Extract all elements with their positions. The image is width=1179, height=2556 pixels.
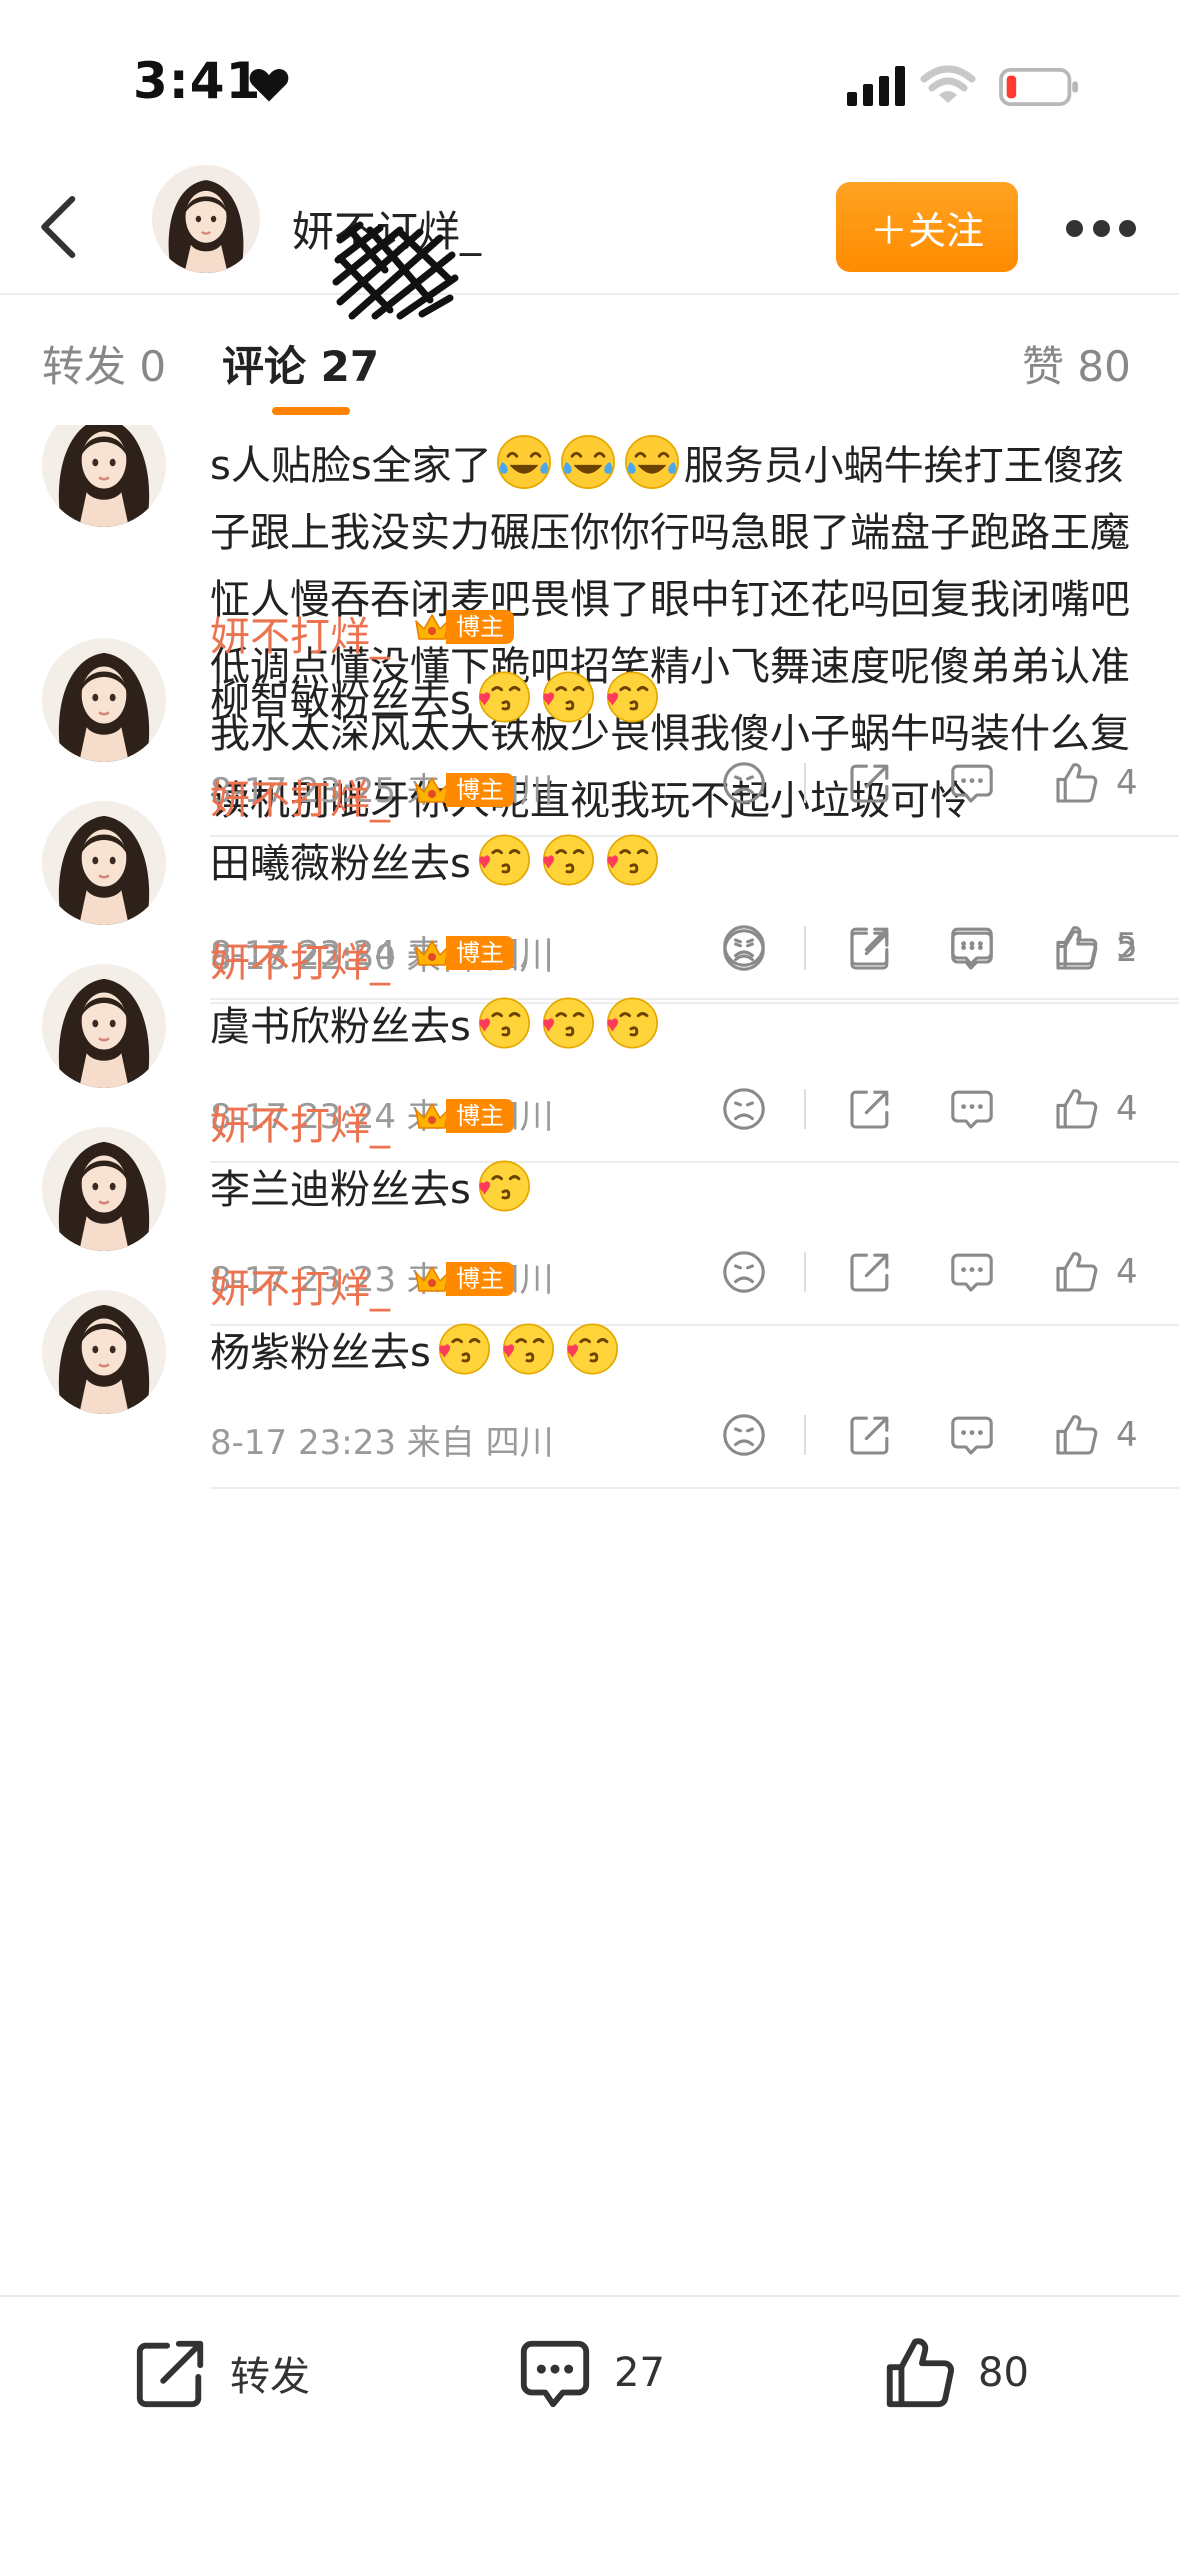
author-badge-label: 博主	[446, 1099, 514, 1133]
author-avatar[interactable]	[152, 165, 260, 273]
author-badge-label: 博主	[446, 773, 514, 807]
comment-meta: 8-17 23:23 来自 四川 4	[210, 1405, 1179, 1465]
commenter-avatar[interactable]	[42, 964, 166, 1088]
kiss-emoji-icon	[474, 994, 532, 1052]
dislike-icon[interactable]	[720, 1411, 768, 1459]
comment-text-main: 杨紫粉丝去s	[210, 1330, 431, 1376]
tab-reposts[interactable]: 转发 0	[42, 333, 166, 394]
kiss-emoji-icon	[474, 668, 532, 726]
repost-button[interactable]: 转发	[132, 2333, 310, 2413]
comment-item[interactable]: 妍不打烊_ 博主 杨紫粉丝去s 8-17 23:23 来自 四川 4	[0, 1262, 1179, 1489]
comment-text-main: s人贴脸s全家了	[210, 443, 492, 489]
comment-text-main: 柳智敏粉丝去s	[210, 678, 471, 724]
kiss-emoji-icon	[434, 1320, 492, 1378]
comment-like-count: 4	[1116, 1415, 1138, 1455]
top-navigation: 妍不订烊_ ＋关注	[0, 150, 1179, 320]
kiss-emoji-icon	[474, 1157, 532, 1215]
comment-time: 8-17 23:23	[210, 1423, 396, 1463]
tab-likes[interactable]: 赞 80	[1022, 333, 1131, 394]
kiss-emoji-icon	[602, 668, 660, 726]
battery-low-icon	[999, 68, 1078, 106]
like-count: 80	[978, 2350, 1029, 2396]
post-tabs: 转发 0 评论 27 赞 80	[0, 297, 1179, 425]
author-badge: 博主	[412, 1260, 514, 1298]
back-arrow-icon[interactable]	[30, 192, 90, 262]
commenter-avatar[interactable]	[42, 638, 166, 762]
author-badge-label: 博主	[446, 1262, 514, 1296]
comment-list[interactable]: 妍不打烊_博主s人贴脸s全家了服务员小蜗牛挨打王傻孩子跟上我没实力碾压你你行吗急…	[0, 425, 1179, 2295]
tab-comments[interactable]: 评论 27	[222, 333, 379, 394]
commenter-name[interactable]: 妍不打烊_	[210, 767, 390, 825]
like-button[interactable]: 80	[880, 2333, 1029, 2413]
kiss-emoji-icon	[562, 1320, 620, 1378]
comment-text: 虞书欣粉丝去s	[210, 994, 1130, 1061]
more-dot-icon	[1066, 220, 1083, 237]
kiss-emoji-icon	[602, 831, 660, 889]
comment-text: 柳智敏粉丝去s	[210, 668, 1130, 735]
author-badge: 博主	[412, 934, 514, 972]
thumbs-up-icon	[886, 2338, 955, 2408]
author-badge-label: 博主	[446, 936, 514, 970]
kiss-emoji-icon	[538, 831, 596, 889]
more-dot-icon	[1119, 220, 1136, 237]
comment-text-main: 田曦薇粉丝去s	[210, 841, 471, 887]
comment-text: 田曦薇粉丝去s	[210, 831, 1130, 898]
wifi-icon	[920, 65, 976, 103]
author-badge: 博主	[412, 608, 514, 646]
commenter-avatar[interactable]	[42, 1290, 166, 1414]
kiss-emoji-icon	[474, 831, 532, 889]
comment-text-main: 虞书欣粉丝去s	[210, 1004, 471, 1050]
kiss-emoji-icon	[602, 994, 660, 1052]
author-badge: 博主	[412, 771, 514, 809]
comment-text: 李兰迪粉丝去s	[210, 1157, 1130, 1224]
cellular-signal-icon	[847, 66, 905, 106]
comment-divider	[210, 1487, 1179, 1489]
commenter-avatar[interactable]	[42, 801, 166, 925]
laugh-cry-emoji-icon	[559, 433, 617, 491]
author-badge: 博主	[412, 1097, 514, 1135]
comment-text-main: 李兰迪粉丝去s	[210, 1167, 471, 1213]
commenter-avatar[interactable]	[42, 425, 166, 527]
author-badge-label: 博主	[446, 610, 514, 644]
reply-icon[interactable]	[948, 1411, 996, 1459]
active-tab-indicator	[272, 407, 350, 415]
commenter-name[interactable]: 妍不打烊_	[210, 425, 390, 427]
commenter-name[interactable]: 妍不打烊_	[210, 604, 390, 662]
kiss-emoji-icon	[498, 1320, 556, 1378]
more-dot-icon	[1092, 220, 1110, 237]
action-separator	[804, 1415, 806, 1455]
comment-location: 来自 四川	[406, 1423, 554, 1463]
comment-bubble-icon	[520, 2340, 590, 2408]
repost-label: 转发	[230, 2354, 310, 2400]
status-time: 3:41	[133, 52, 262, 110]
commenter-name[interactable]: 妍不打烊_	[210, 930, 390, 988]
comment-count: 27	[614, 2350, 665, 2396]
follow-button[interactable]: ＋关注	[836, 182, 1018, 272]
comment-button[interactable]: 27	[516, 2333, 665, 2413]
repost-icon	[136, 2340, 204, 2408]
commenter-name[interactable]: 妍不打烊_	[210, 1093, 390, 1151]
laugh-cry-emoji-icon	[623, 433, 681, 491]
share-icon[interactable]	[846, 1411, 894, 1459]
status-bar: 3:41	[0, 0, 1179, 150]
kiss-emoji-icon	[538, 668, 596, 726]
like-icon[interactable]	[1052, 1411, 1100, 1459]
comment-timestamp: 8-17 23:23 来自 四川	[210, 1415, 554, 1464]
commenter-avatar[interactable]	[42, 1127, 166, 1251]
kiss-emoji-icon	[538, 994, 596, 1052]
commenter-name[interactable]: 妍不打烊_	[210, 1256, 390, 1314]
more-options-button[interactable]	[1066, 220, 1136, 240]
comment-text: 杨紫粉丝去s	[210, 1320, 1130, 1387]
heart-icon	[249, 69, 289, 102]
bottom-action-bar: 转发 27 80	[0, 2295, 1179, 2556]
laugh-cry-emoji-icon	[495, 433, 553, 491]
